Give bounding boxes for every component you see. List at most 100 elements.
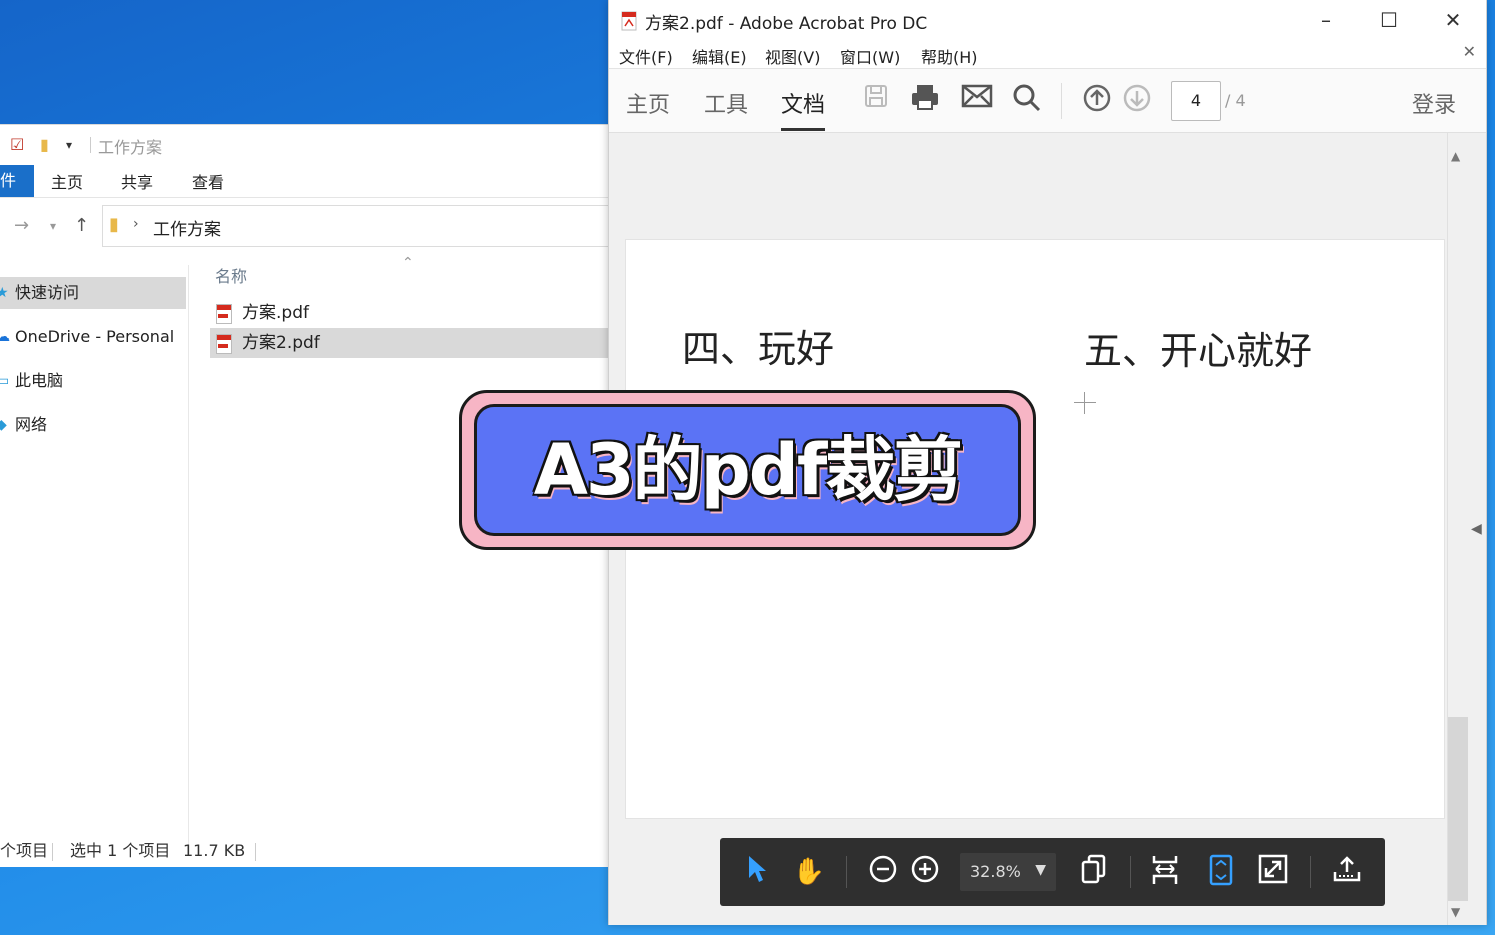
save-icon[interactable]: [859, 83, 893, 117]
toolbar-divider: [1130, 856, 1131, 888]
menu-edit[interactable]: 编辑(E): [692, 44, 747, 68]
chevron-down-icon: ▼: [1035, 862, 1046, 878]
list-item[interactable]: 方案.pdf: [210, 298, 610, 328]
title-bar: 方案2.pdf - Adobe Acrobat Pro DC – ☐ ✕: [609, 0, 1486, 40]
scroll-up-chevron-icon[interactable]: ▲: [1451, 149, 1460, 163]
column-header-name[interactable]: 名称: [215, 263, 247, 287]
nav-item-network[interactable]: ◆ 网络: [0, 409, 186, 441]
banner-title: A3的pdf裁剪: [533, 429, 964, 511]
menu-window[interactable]: 窗口(W): [840, 44, 900, 68]
tab-home[interactable]: 主页: [626, 87, 670, 119]
main-toolbar: 主页 工具 文档 4 / 4 登录: [609, 69, 1486, 133]
breadcrumb[interactable]: 工作方案: [153, 215, 221, 240]
menu-bar: 文件(F) 编辑(E) 视图(V) 窗口(W) 帮助(H) ✕: [609, 40, 1486, 69]
folder-icon: ▮: [109, 214, 119, 235]
nav-item-quick-access[interactable]: ★ 快速访问: [0, 277, 186, 309]
network-icon: ◆: [0, 417, 7, 433]
ribbon-tabs: 件 主页 共享 查看: [0, 165, 610, 198]
floating-page-toolbar: ✋ 32.8% ▼: [720, 838, 1385, 906]
title-banner: A3的pdf裁剪: [459, 390, 1036, 550]
navigation-pane: ★ 快速访问 ☁ OneDrive - Personal ▭ 此电脑 ◆ 网络: [0, 265, 189, 845]
scrollbar-thumb[interactable]: [1448, 717, 1468, 901]
page-text-left: 四、玩好: [682, 327, 835, 371]
file-name: 方案2.pdf: [242, 333, 320, 353]
hand-tool-icon[interactable]: ✋: [792, 854, 826, 890]
pdf-file-icon: [216, 334, 232, 354]
scroll-down-chevron-icon[interactable]: ▼: [1451, 905, 1460, 919]
page-number-input[interactable]: 4: [1171, 81, 1221, 121]
customize-chevron-icon[interactable]: ▾: [66, 138, 72, 152]
print-icon[interactable]: [908, 83, 942, 117]
zoom-value: 32.8%: [970, 862, 1021, 881]
tab-file[interactable]: 件: [0, 165, 34, 197]
nav-item-this-pc[interactable]: ▭ 此电脑: [0, 365, 186, 397]
full-screen-icon[interactable]: [1256, 854, 1290, 890]
status-divider: [255, 843, 256, 861]
status-bar: 个项目 选中 1 个项目 11.7 KB: [0, 835, 610, 867]
window-title: 方案2.pdf - Adobe Acrobat Pro DC: [645, 14, 928, 34]
nav-label: 快速访问: [15, 283, 80, 302]
pdf-file-icon: [216, 304, 232, 324]
up-arrow-icon[interactable]: ↑: [74, 215, 89, 236]
file-name: 方案.pdf: [242, 303, 309, 323]
properties-check-icon[interactable]: ☑: [10, 135, 24, 154]
select-cursor-icon[interactable]: [740, 854, 774, 890]
close-icon[interactable]: ✕: [1433, 4, 1473, 36]
tab-document[interactable]: 文档: [781, 87, 826, 131]
recent-chevron-icon[interactable]: ▾: [50, 219, 56, 233]
nav-item-onedrive[interactable]: ☁ OneDrive - Personal: [0, 321, 186, 353]
minimize-icon[interactable]: –: [1306, 4, 1346, 36]
menu-view[interactable]: 视图(V): [765, 44, 820, 68]
zoom-out-icon[interactable]: [866, 854, 900, 890]
qa-divider: [90, 137, 91, 153]
pdf-app-icon: [621, 11, 639, 35]
email-icon[interactable]: [960, 83, 994, 117]
nav-label: 此电脑: [15, 371, 64, 390]
right-pane-toggle-icon[interactable]: ◀: [1471, 521, 1482, 537]
close-document-icon[interactable]: ✕: [1463, 42, 1476, 61]
tab-view[interactable]: 查看: [192, 169, 224, 193]
status-item-count: 个项目: [0, 841, 49, 860]
zoom-level-select[interactable]: 32.8% ▼: [960, 853, 1056, 891]
page-text-right: 五、开心就好: [1084, 329, 1313, 373]
sort-chevron-up-icon: ⌃: [402, 255, 414, 271]
star-icon: ★: [0, 285, 9, 301]
status-selected: 选中 1 个项目: [70, 841, 171, 860]
crosshair-cursor-icon: [1074, 392, 1096, 414]
toolbar-divider: [846, 856, 847, 888]
nav-label: 网络: [15, 415, 48, 434]
status-divider: [52, 843, 53, 861]
page-total: / 4: [1225, 91, 1246, 110]
search-icon[interactable]: [1010, 83, 1044, 117]
list-item[interactable]: 方案2.pdf: [210, 328, 610, 358]
tab-home[interactable]: 主页: [51, 169, 83, 193]
zoom-in-icon[interactable]: [908, 854, 942, 890]
next-page-icon[interactable]: [1120, 83, 1154, 117]
fit-width-icon[interactable]: [1148, 854, 1182, 890]
menu-file[interactable]: 文件(F): [619, 44, 673, 68]
address-row: → ▾ ↑ ▮ › 工作方案: [0, 205, 611, 247]
tab-share[interactable]: 共享: [121, 169, 153, 193]
maximize-icon[interactable]: ☐: [1369, 4, 1409, 36]
window-title: 工作方案: [98, 138, 163, 157]
address-bar[interactable]: ▮ › 工作方案: [102, 205, 611, 247]
menu-help[interactable]: 帮助(H): [921, 44, 978, 68]
toolbar-divider: [1310, 856, 1311, 888]
nav-label: OneDrive - Personal: [15, 327, 175, 346]
file-list: ⌃ 名称 方案.pdf 方案2.pdf: [190, 255, 610, 855]
vertical-scrollbar[interactable]: ▲ ▼: [1447, 133, 1468, 925]
computer-icon: ▭: [0, 373, 10, 389]
quick-access-toolbar: ☑ ▮ ▾ 工作方案: [0, 125, 610, 163]
cloud-icon: ☁: [0, 329, 10, 345]
previous-page-icon[interactable]: [1080, 83, 1114, 117]
page-display-icon[interactable]: [1077, 854, 1111, 890]
folder-icon[interactable]: ▮: [40, 135, 49, 154]
forward-arrow-icon[interactable]: →: [14, 215, 29, 236]
title-banner-inner: A3的pdf裁剪: [474, 404, 1021, 536]
status-size: 11.7 KB: [183, 841, 246, 860]
toolbar-divider: [1061, 83, 1062, 119]
share-upload-icon[interactable]: [1330, 854, 1364, 890]
fit-page-icon[interactable]: [1204, 854, 1238, 890]
login-button[interactable]: 登录: [1412, 87, 1456, 119]
tab-tools[interactable]: 工具: [704, 87, 748, 119]
